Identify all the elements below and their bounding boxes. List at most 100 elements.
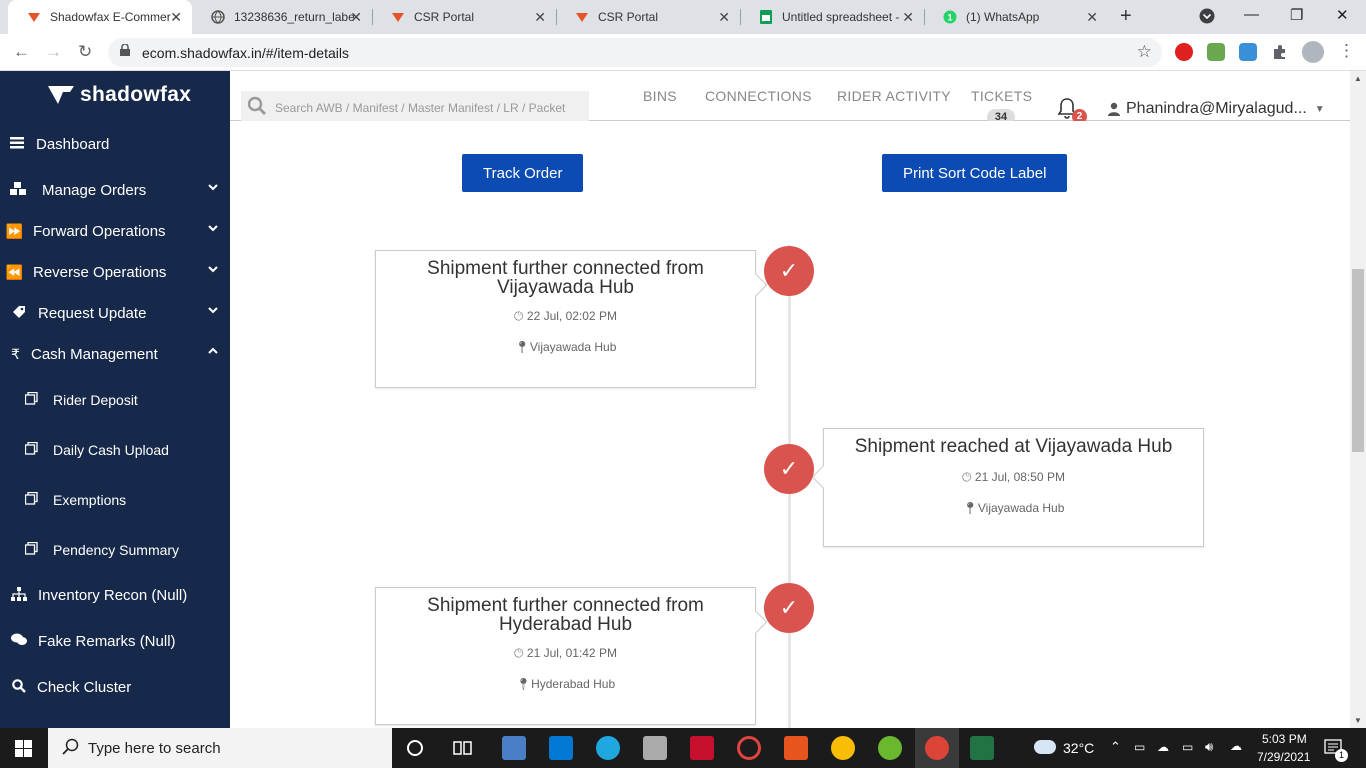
- excel-icon[interactable]: [970, 736, 994, 760]
- backward-icon: ⏪: [5, 263, 24, 280]
- user-menu[interactable]: Phanindra@Miryalagud... ▼: [1107, 100, 1325, 118]
- chrome-icon[interactable]: [831, 736, 855, 760]
- rupee-icon: ₹: [11, 345, 20, 362]
- volume-icon[interactable]: 🔊︎: [1205, 739, 1213, 755]
- sidebar-item-check-cluster[interactable]: Check Cluster: [0, 667, 230, 707]
- sidebar-item-fake-remarks[interactable]: Fake Remarks (Null): [0, 621, 230, 661]
- cortana-icon[interactable]: [406, 739, 424, 757]
- page-scrollbar[interactable]: ▲ ▼: [1350, 71, 1366, 728]
- forward-icon[interactable]: →: [45, 42, 62, 62]
- sidebar-item-exemptions[interactable]: Exemptions: [0, 480, 230, 520]
- brand-name: shadowfax: [80, 83, 192, 106]
- close-icon[interactable]: ✕: [718, 9, 730, 26]
- clock-time[interactable]: 5:03 PM: [1262, 732, 1307, 746]
- browser-menu-icon[interactable]: ⋮: [1338, 41, 1355, 61]
- sidebar-item-rider-deposit[interactable]: Rider Deposit: [0, 380, 230, 420]
- reload-icon[interactable]: ↻: [78, 42, 92, 62]
- adblock-extension-icon[interactable]: [1175, 43, 1193, 61]
- utorrent-icon[interactable]: [878, 736, 902, 760]
- tab-csr-portal-1[interactable]: CSR Portal ✕: [372, 0, 556, 34]
- chevron-down-icon: [208, 307, 218, 314]
- new-tab-icon[interactable]: +: [1120, 5, 1132, 28]
- url-text: ecom.shadowfax.in/#/item-details: [142, 45, 349, 61]
- close-icon[interactable]: ✕: [170, 9, 182, 26]
- tab-search-icon[interactable]: [1199, 8, 1215, 28]
- close-icon[interactable]: ✕: [534, 9, 546, 26]
- back-icon[interactable]: ←: [13, 42, 30, 62]
- weather-cloud-icon[interactable]: [1034, 740, 1056, 754]
- file-explorer-icon[interactable]: [502, 736, 526, 760]
- svg-text:1: 1: [947, 13, 952, 23]
- onedrive-icon[interactable]: ☁: [1157, 740, 1169, 754]
- tab-csr-portal-2[interactable]: CSR Portal ✕: [556, 0, 740, 34]
- sidebar-item-daily-cash-upload[interactable]: Daily Cash Upload: [0, 430, 230, 470]
- office-icon[interactable]: [784, 736, 808, 760]
- minimize-icon[interactable]: —: [1244, 6, 1259, 23]
- close-icon[interactable]: ✕: [1086, 9, 1098, 26]
- tray-network-icon[interactable]: ▭: [1134, 740, 1145, 754]
- sidebar-item-pendency-summary[interactable]: Pendency Summary: [0, 530, 230, 570]
- sidebar-item-dashboard[interactable]: Dashboard: [0, 124, 230, 164]
- windows-start-icon[interactable]: [15, 740, 32, 757]
- search-input[interactable]: Search AWB / Manifest / Master Manifest …: [241, 91, 589, 125]
- check-icon: ✓: [764, 583, 814, 633]
- chevron-down-icon: [208, 266, 218, 273]
- acrobat-icon[interactable]: [690, 736, 714, 760]
- user-name: Phanindra@Miryalagud...: [1126, 100, 1307, 117]
- scrollbar-thumb[interactable]: [1352, 269, 1364, 452]
- shadowfax-favicon-icon: [574, 9, 590, 25]
- printer-icon[interactable]: [643, 736, 667, 760]
- address-bar[interactable]: ecom.shadowfax.in/#/item-details ☆: [108, 38, 1162, 67]
- nav-connections[interactable]: CONNECTIONS: [705, 88, 812, 104]
- app-header: Search AWB / Manifest / Master Manifest …: [230, 71, 1350, 125]
- shadowfax-favicon-icon: [390, 9, 406, 25]
- sidebar-item-reverse-operations[interactable]: ⏪ Reverse Operations: [0, 252, 230, 292]
- sidebar-item-forward-operations[interactable]: ⏩ Forward Operations: [0, 211, 230, 251]
- tab-title: CSR Portal: [598, 10, 659, 24]
- track-order-button[interactable]: Track Order: [462, 154, 584, 192]
- chrome-profile-icon[interactable]: [925, 736, 949, 760]
- scroll-up-icon[interactable]: ▲: [1354, 74, 1362, 83]
- nav-tickets[interactable]: TICKETS: [971, 88, 1032, 104]
- close-icon[interactable]: ✕: [902, 9, 914, 26]
- print-sort-code-label-button[interactable]: Print Sort Code Label: [882, 154, 1068, 192]
- scroll-down-icon[interactable]: ▼: [1354, 716, 1362, 725]
- tab-return-label[interactable]: 13238636_return_label ✕: [192, 0, 372, 34]
- restore-icon[interactable]: ❐: [1290, 6, 1303, 24]
- tab-spreadsheet[interactable]: Untitled spreadsheet - ✕: [740, 0, 924, 34]
- tray-chevron-up-icon[interactable]: ⌃: [1110, 739, 1121, 755]
- taskbar-search-input[interactable]: Type here to search: [48, 728, 392, 768]
- timeline-card: Shipment reached at Vijayawada Hub 🕑︎ 21…: [811, 428, 1204, 547]
- event-title: Shipment further connected from Vijayawa…: [427, 258, 704, 298]
- mail-icon[interactable]: [549, 736, 573, 760]
- nav-rider-activity[interactable]: RIDER ACTIVITY: [837, 88, 951, 104]
- extension-icon[interactable]: [1239, 43, 1257, 61]
- display-icon[interactable]: ▭: [1182, 740, 1193, 754]
- tab-title: (1) WhatsApp: [966, 10, 1040, 24]
- profile-avatar[interactable]: [1302, 41, 1324, 63]
- sidebar-item-manage-orders[interactable]: Manage Orders: [0, 170, 230, 210]
- tab-whatsapp[interactable]: 1 (1) WhatsApp ✕: [924, 0, 1108, 34]
- nav-bins[interactable]: BINS: [643, 88, 677, 104]
- weather-temperature[interactable]: 32°C: [1063, 740, 1094, 756]
- recorder-icon[interactable]: [737, 736, 761, 760]
- task-view-icon[interactable]: [453, 739, 473, 757]
- close-icon[interactable]: ✕: [350, 9, 362, 26]
- sidebar-item-cash-management[interactable]: ₹ Cash Management: [0, 334, 230, 374]
- brand-logo[interactable]: shadowfax: [46, 83, 191, 107]
- extension-icon[interactable]: [1207, 43, 1225, 61]
- puzzle-extensions-icon[interactable]: [1271, 43, 1289, 61]
- sidebar-item-label: Daily Cash Upload: [53, 442, 169, 458]
- bookmark-star-icon[interactable]: ☆: [1137, 42, 1152, 62]
- clock-date[interactable]: 7/29/2021: [1257, 750, 1310, 764]
- window-close-icon[interactable]: ✕: [1336, 6, 1349, 24]
- sidebar-item-request-update[interactable]: Request Update: [0, 293, 230, 333]
- tab-shadowfax[interactable]: Shadowfax E-Commer ✕: [8, 0, 192, 34]
- cloud-upload-icon[interactable]: ☁: [1230, 739, 1242, 753]
- event-time: 🕑︎ 22 Jul, 02:02 PM: [376, 309, 755, 324]
- chevron-down-icon: [208, 225, 218, 232]
- edge-icon[interactable]: [596, 736, 620, 760]
- lock-icon: [120, 43, 130, 59]
- sidebar-item-inventory-recon[interactable]: Inventory Recon (Null): [0, 575, 230, 615]
- sidebar-item-label: Dashboard: [36, 135, 110, 153]
